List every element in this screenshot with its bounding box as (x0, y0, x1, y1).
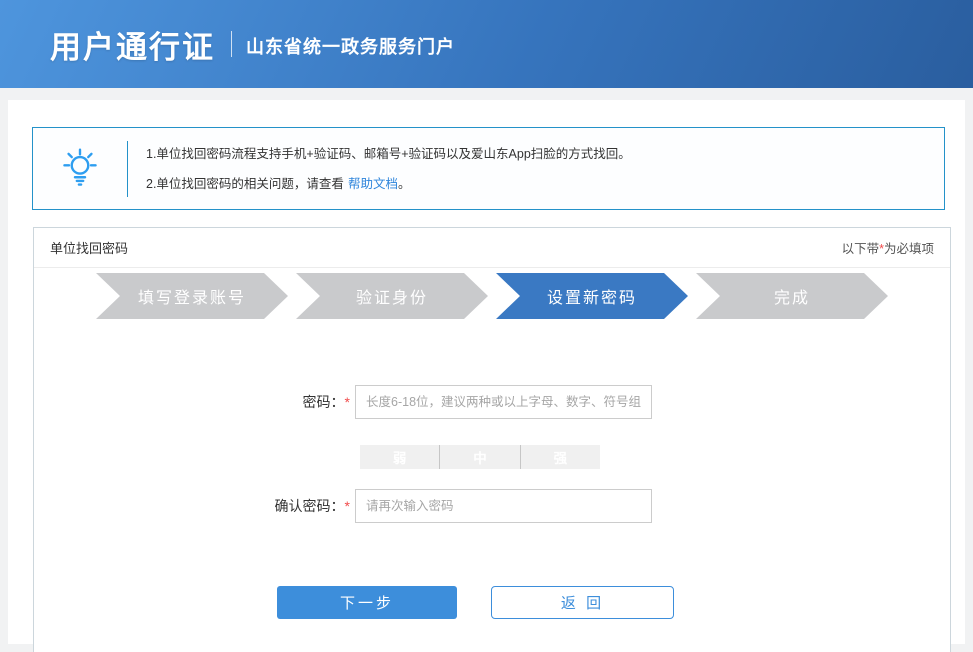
step-set-new-password: 设置新密码 (496, 273, 688, 319)
help-doc-link[interactable]: 帮助文档 (348, 177, 398, 191)
step-verify-identity: 验证身份 (296, 273, 488, 319)
password-strength-indicator: 弱 中 强 (360, 445, 600, 469)
password-row: 密码：* (200, 385, 950, 419)
title-divider (231, 31, 232, 57)
password-input[interactable] (355, 385, 652, 419)
required-note: 以下带*为必填项 (842, 238, 934, 257)
step-progress-bar: 填写登录账号 验证身份 设置新密码 完成 (96, 273, 888, 319)
content-wrapper: 1.单位找回密码流程支持手机+验证码、邮箱号+验证码以及爱山东App扫脸的方式找… (8, 100, 965, 644)
back-button[interactable]: 返 回 (491, 586, 674, 619)
confirm-password-label: 确认密码：* (200, 496, 355, 516)
notice-text: 1.单位找回密码流程支持手机+验证码、邮箱号+验证码以及爱山东App扫脸的方式找… (128, 139, 631, 199)
confirm-password-row: 确认密码：* (200, 489, 950, 523)
step-complete: 完成 (696, 273, 888, 319)
notice-box: 1.单位找回密码流程支持手机+验证码、邮箱号+验证码以及爱山东App扫脸的方式找… (32, 127, 945, 210)
site-title: 用户通行证 (50, 22, 215, 67)
site-header: 用户通行证 山东省统一政务服务门户 (0, 0, 973, 88)
notice-line-2: 2.单位找回密码的相关问题，请查看帮助文档。 (146, 169, 631, 199)
notice-line-1: 1.单位找回密码流程支持手机+验证码、邮箱号+验证码以及爱山东App扫脸的方式找… (146, 139, 631, 169)
new-password-form: 密码：* 弱 中 强 确认密码：* 下一步 返 回 (34, 385, 950, 619)
confirm-password-input[interactable] (355, 489, 652, 523)
confirm-required-star: * (345, 498, 350, 514)
step-fill-account: 填写登录账号 (96, 273, 288, 319)
site-subtitle: 山东省统一政务服务门户 (246, 29, 455, 59)
password-label: 密码：* (200, 392, 355, 412)
lightbulb-icon (33, 145, 127, 193)
panel-header: 单位找回密码 以下带*为必填项 (34, 228, 950, 268)
password-required-star: * (345, 394, 350, 410)
password-recovery-panel: 单位找回密码 以下带*为必填项 填写登录账号 验证身份 设置新密码 完成 密码：… (33, 227, 951, 652)
strength-weak: 弱 (360, 445, 439, 469)
strength-strong: 强 (520, 445, 600, 469)
strength-medium: 中 (439, 445, 519, 469)
next-step-button[interactable]: 下一步 (277, 586, 457, 619)
button-row: 下一步 返 回 (277, 586, 950, 619)
panel-title: 单位找回密码 (50, 238, 128, 257)
